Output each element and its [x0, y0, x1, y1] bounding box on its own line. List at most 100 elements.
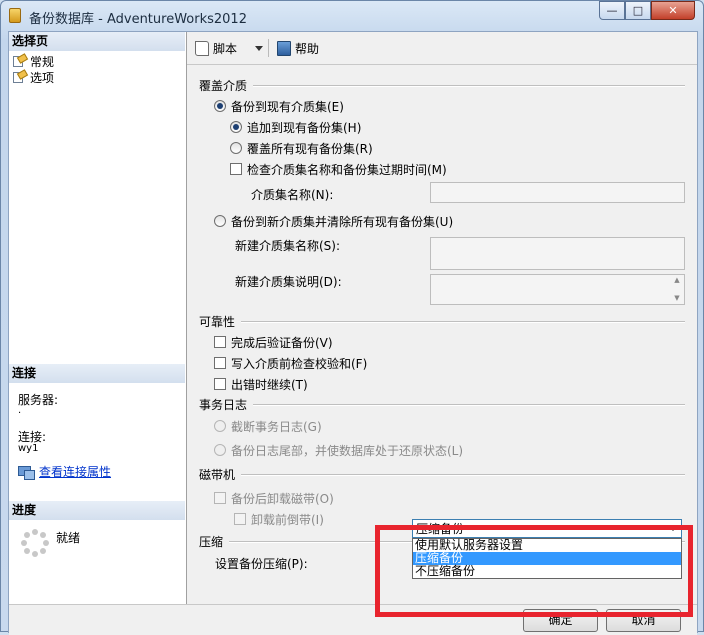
group-title: 可靠性 — [199, 315, 236, 329]
left-pane: 选择页 常规 选项 连接 服务器: . 连接: wy1 查看连接属性 进度 就绪 — [9, 32, 187, 604]
server-value: . — [18, 405, 22, 416]
script-icon — [195, 40, 209, 56]
help-label: 帮助 — [295, 41, 320, 56]
radio-new-media[interactable]: 备份到新介质集并清除所有现有备份集(U) — [214, 213, 453, 229]
cancel-button[interactable]: 取消 — [606, 609, 681, 632]
radio-button[interactable] — [230, 121, 242, 133]
help-button[interactable]: 帮助 — [273, 37, 323, 59]
window-title: 备份数据库 - AdventureWorks2012 — [29, 12, 247, 27]
page-item-options[interactable]: 选项 — [13, 68, 55, 85]
radio-backup-log-tail[interactable]: 备份日志尾部，并使数据库处于还原状态(L) — [214, 442, 463, 458]
radio-label: 备份到现有介质集(E) — [231, 99, 344, 114]
compression-label: 设置备份压缩(P): — [215, 557, 308, 571]
maximize-icon: □ — [632, 4, 644, 17]
select-page-header: 选择页 — [9, 32, 185, 51]
close-icon: ✕ — [668, 4, 678, 17]
new-media-name-input[interactable] — [430, 237, 685, 270]
desc-scrollbar[interactable]: ▲ ▼ — [671, 276, 683, 302]
checkbox[interactable] — [214, 357, 226, 369]
media-name-input[interactable] — [430, 182, 685, 203]
group-title: 磁带机 — [199, 468, 236, 482]
group-transaction-log: 事务日志 — [199, 396, 685, 413]
option-no-compress[interactable]: 不压缩备份 — [413, 565, 681, 578]
checkbox-label: 出错时继续(T) — [231, 377, 308, 392]
page-icon — [13, 52, 29, 68]
group-title: 压缩 — [199, 535, 224, 549]
dialog-footer: 确定 取消 — [9, 604, 697, 635]
progress-spinner-icon — [21, 529, 49, 557]
radio-truncate-log[interactable]: 截断事务日志(G) — [214, 418, 322, 434]
main-pane: 脚本 帮助 覆盖介质 备份到现有介质集(E) 追加到现有备份集(H) 覆盖所有现… — [187, 32, 697, 605]
check-verify[interactable]: 完成后验证备份(V) — [214, 334, 333, 350]
compression-dropdown-list: 使用默认服务器设置 压缩备份 不压缩备份 — [412, 538, 682, 579]
group-reliability: 可靠性 — [199, 313, 685, 330]
check-media-name-expiry[interactable]: 检查介质集名称和备份集过期时间(M) — [230, 161, 447, 177]
checkbox-label: 检查介质集名称和备份集过期时间(M) — [247, 162, 447, 177]
connection-header: 连接 — [9, 364, 185, 383]
checkbox[interactable] — [214, 336, 226, 348]
chevron-down-icon[interactable] — [664, 520, 681, 537]
progress-header: 进度 — [9, 501, 185, 520]
dialog-client: 选择页 常规 选项 连接 服务器: . 连接: wy1 查看连接属性 进度 就绪… — [8, 31, 698, 635]
radio-button[interactable] — [214, 444, 226, 456]
radio-existing-media[interactable]: 备份到现有介质集(E) — [214, 98, 344, 114]
checkbox-label: 备份后卸载磁带(O) — [231, 491, 334, 506]
page-item-general[interactable]: 常规 — [13, 52, 54, 69]
script-button[interactable]: 脚本 — [191, 37, 241, 59]
compression-selected-value: 压缩备份 — [416, 522, 465, 536]
radio-button[interactable] — [230, 142, 242, 154]
page-icon — [13, 68, 29, 84]
progress-status: 就绪 — [56, 531, 81, 545]
radio-overwrite-all[interactable]: 覆盖所有现有备份集(R) — [230, 140, 373, 156]
view-connection-link[interactable]: 查看连接属性 — [39, 463, 111, 480]
window-controls: — □ ✕ — [599, 1, 695, 21]
checkbox[interactable] — [230, 163, 242, 175]
script-label: 脚本 — [213, 41, 238, 56]
check-rewind-tape[interactable]: 卸载前倒带(I) — [234, 511, 324, 527]
toolbar-separator — [268, 39, 270, 57]
title-bar[interactable]: 备份数据库 - AdventureWorks2012 — □ ✕ — [1, 1, 704, 31]
check-checksum[interactable]: 写入介质前检查校验和(F) — [214, 355, 367, 371]
radio-label: 备份到新介质集并清除所有现有备份集(U) — [231, 214, 454, 229]
help-icon — [277, 40, 292, 56]
checkbox-label: 写入介质前检查校验和(F) — [231, 356, 368, 371]
checkbox[interactable] — [234, 513, 246, 525]
maximize-button[interactable]: □ — [625, 1, 651, 20]
radio-label: 截断事务日志(G) — [231, 419, 322, 434]
group-overwrite-media: 覆盖介质 — [199, 77, 685, 94]
script-dropdown-icon[interactable] — [255, 45, 264, 51]
checkbox[interactable] — [214, 378, 226, 390]
server-label: 服务器: — [18, 393, 59, 407]
group-title: 事务日志 — [199, 398, 248, 412]
page-item-label: 选项 — [30, 70, 55, 85]
check-unload-tape[interactable]: 备份后卸载磁带(O) — [214, 490, 334, 506]
radio-button[interactable] — [214, 100, 226, 112]
group-title: 覆盖介质 — [199, 79, 248, 93]
radio-label: 追加到现有备份集(H) — [247, 120, 362, 135]
toolbar: 脚本 帮助 — [187, 32, 697, 64]
ok-button[interactable]: 确定 — [523, 609, 598, 632]
compression-select[interactable]: 压缩备份 — [412, 519, 682, 538]
minimize-icon: — — [606, 4, 618, 17]
radio-button[interactable] — [214, 215, 226, 227]
close-button[interactable]: ✕ — [651, 1, 695, 20]
radio-label: 备份日志尾部，并使数据库处于还原状态(L) — [231, 443, 464, 458]
new-media-desc-input[interactable]: ▲ ▼ — [430, 274, 685, 305]
connection-properties-icon — [18, 465, 35, 480]
check-continue-on-error[interactable]: 出错时继续(T) — [214, 376, 308, 392]
radio-button[interactable] — [214, 420, 226, 432]
new-media-name-label: 新建介质集名称(S): — [235, 239, 341, 253]
group-tape: 磁带机 — [199, 466, 685, 483]
checkbox-label: 完成后验证备份(V) — [231, 335, 333, 350]
database-icon — [9, 8, 21, 23]
new-media-desc-label: 新建介质集说明(D): — [235, 275, 342, 289]
dialog-window: 备份数据库 - AdventureWorks2012 — □ ✕ 选择页 常规 … — [0, 0, 704, 635]
radio-label: 覆盖所有现有备份集(R) — [247, 141, 373, 156]
checkbox[interactable] — [214, 492, 226, 504]
checkbox-label: 卸载前倒带(I) — [251, 512, 324, 527]
connection-value: wy1 — [18, 443, 39, 454]
radio-append[interactable]: 追加到现有备份集(H) — [230, 119, 361, 135]
view-connection-properties[interactable]: 查看连接属性 — [18, 463, 111, 480]
minimize-button[interactable]: — — [599, 1, 625, 20]
media-name-label: 介质集名称(N): — [251, 188, 334, 202]
